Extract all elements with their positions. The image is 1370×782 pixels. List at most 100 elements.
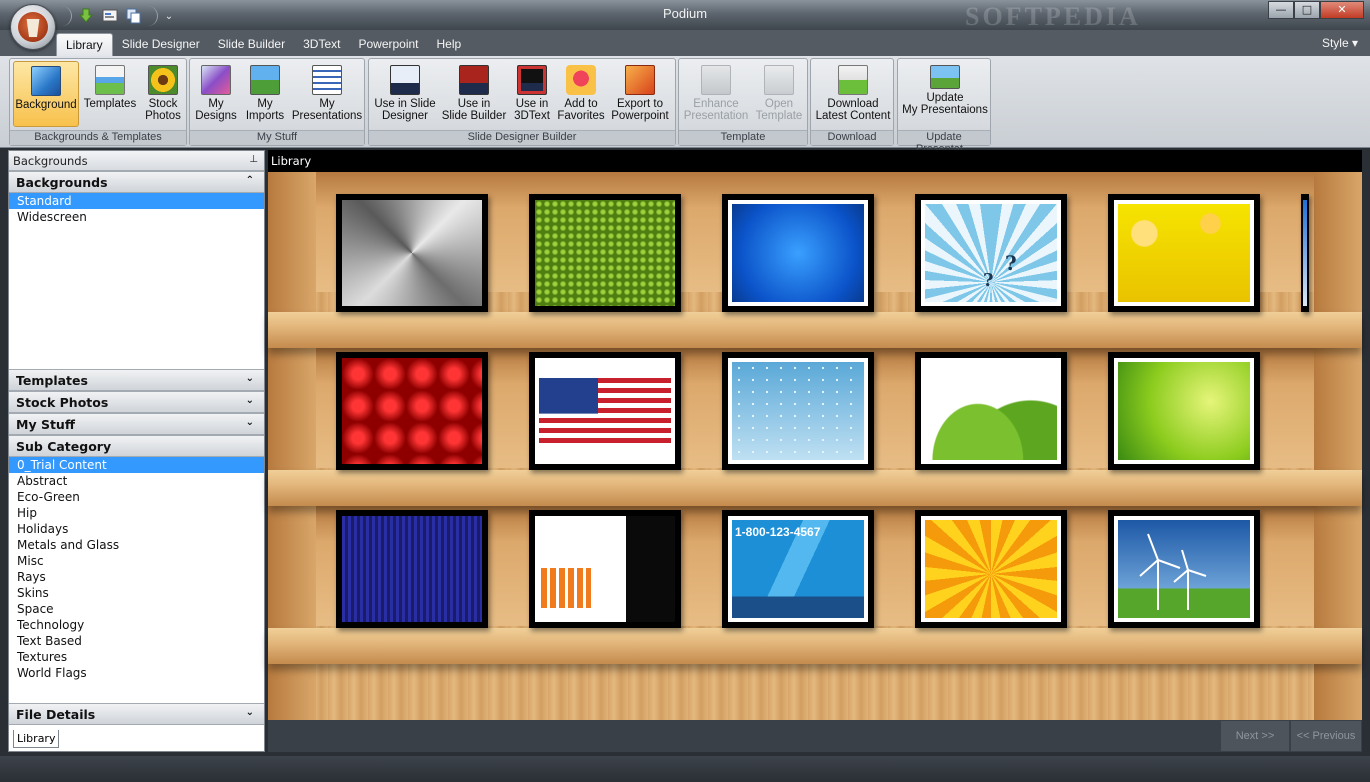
list-item[interactable]: Rays	[9, 569, 264, 585]
thumbnail-green-stars[interactable]	[1108, 352, 1260, 470]
list-item[interactable]: Textures	[9, 649, 264, 665]
thumbnail-brushed-metal[interactable]	[336, 194, 488, 312]
my-imports-button[interactable]: My Imports	[242, 61, 288, 127]
maximize-button[interactable]: □	[1294, 1, 1320, 19]
stock-photos-section-header[interactable]: Stock Photos ⌄	[9, 391, 264, 413]
style-menu[interactable]: Style ▾	[1322, 36, 1358, 50]
tab-3dtext[interactable]: 3DText	[294, 33, 349, 56]
thumbnail-green-hexagons[interactable]	[529, 194, 681, 312]
question-mark-icon: ? ?	[983, 251, 1017, 291]
ad-phone-number: 1-800-123-4567	[735, 525, 821, 539]
thumbnail-image	[1114, 516, 1254, 622]
chevron-down-icon[interactable]: ⌄	[246, 417, 254, 428]
app-menu-button[interactable]	[10, 4, 56, 50]
chevron-down-icon[interactable]: ⌄	[246, 373, 254, 384]
use-in-slide-designer-button[interactable]: Use in Slide Designer	[371, 61, 439, 127]
tab-slide-builder[interactable]: Slide Builder	[209, 33, 294, 56]
window-title: Podium	[662, 6, 708, 21]
tab-library-panel[interactable]: Library	[13, 730, 60, 748]
list-item-widescreen[interactable]: Widescreen	[9, 209, 264, 225]
list-item[interactable]: Space	[9, 601, 264, 617]
my-designs-button[interactable]: My Designs	[192, 61, 240, 127]
previous-button[interactable]: << Previous	[1291, 721, 1361, 751]
list-item[interactable]: Holidays	[9, 521, 264, 537]
group-label: My Stuff	[190, 130, 364, 145]
list-item[interactable]: Text Based	[9, 633, 264, 649]
export-to-powerpoint-button[interactable]: Export to Powerpoint	[607, 61, 673, 127]
thumbnail-red-quilted[interactable]	[336, 352, 488, 470]
my-stuff-section-header[interactable]: My Stuff ⌄	[9, 413, 264, 435]
window-controls: — □ ✕	[1268, 1, 1364, 19]
list-item[interactable]: Eco-Green	[9, 489, 264, 505]
library-panel: Library ? ? 1-800-123-4567 Next >> << Pr…	[268, 150, 1362, 752]
my-presentations-icon	[312, 65, 342, 95]
close-button[interactable]: ✕	[1320, 1, 1364, 19]
update-presentations-icon	[930, 65, 960, 89]
thumbnail-abstract-tech[interactable]	[529, 510, 681, 628]
chevron-down-icon[interactable]: ⌄	[246, 707, 254, 718]
tab-help[interactable]: Help	[428, 33, 471, 56]
thumbnail-blue-bubbles[interactable]	[722, 194, 874, 312]
backgrounds-section-header[interactable]: Backgrounds ⌃	[9, 171, 264, 193]
left-panel-title: Backgrounds	[13, 154, 88, 168]
list-item[interactable]: Abstract	[9, 473, 264, 489]
chevron-down-icon[interactable]: ⌄	[246, 395, 254, 406]
thumbnail-yellow-bokeh[interactable]	[1108, 194, 1260, 312]
stock-photos-button[interactable]: Stock Photos	[140, 61, 186, 127]
thumbnail-american-flag[interactable]	[529, 352, 681, 470]
list-item-standard[interactable]: Standard	[9, 193, 264, 209]
list-item[interactable]: 0_Trial Content	[9, 457, 264, 473]
bookshelf: ? ? 1-800-123-4567	[268, 172, 1362, 720]
pin-icon[interactable]: ⊥	[249, 154, 258, 165]
background-button[interactable]: Background	[13, 61, 79, 127]
tab-library[interactable]: Library	[56, 33, 113, 56]
tab-powerpoint[interactable]: Powerpoint	[349, 33, 427, 56]
next-button[interactable]: Next >>	[1221, 721, 1289, 751]
group-update-presentations: Update My Presentaions Update Presentat.…	[897, 58, 991, 155]
thumbnail-water-droplets[interactable]	[722, 352, 874, 470]
thumbnail-image	[921, 358, 1061, 464]
list-item[interactable]: World Flags	[9, 665, 264, 681]
use-in-slide-builder-button[interactable]: Use in Slide Builder	[441, 61, 507, 127]
tab-slide-designer[interactable]: Slide Designer	[113, 33, 209, 56]
open-template-button[interactable]: Open Template	[753, 61, 805, 127]
file-details-header[interactable]: File Details ⌄	[9, 703, 264, 725]
my-presentations-button[interactable]: My Presentations	[290, 61, 364, 127]
thumbnail-image	[342, 516, 482, 622]
thumbnail-yellow-sunburst[interactable]	[915, 510, 1067, 628]
left-panel: Backgrounds ⊥ Backgrounds ⌃ Standard Wid…	[8, 150, 265, 752]
thumbnail-green-energy[interactable]	[1108, 510, 1260, 628]
sub-category-header: Sub Category	[9, 435, 264, 457]
enhance-presentation-button[interactable]: Enhance Presentation	[681, 61, 751, 127]
thumbnail-phone-number[interactable]: 1-800-123-4567	[722, 510, 874, 628]
add-to-favorites-button[interactable]: Add to Favorites	[557, 61, 605, 127]
thumbnail-partial[interactable]	[1301, 194, 1309, 312]
list-item[interactable]: Hip	[9, 505, 264, 521]
download-icon	[838, 65, 868, 95]
templates-section-header[interactable]: Templates ⌄	[9, 369, 264, 391]
thumbnail-image	[728, 358, 868, 464]
minimize-button[interactable]: —	[1268, 1, 1294, 19]
svg-text:?: ?	[983, 270, 994, 291]
thumbnail-green-hills-flowers[interactable]	[915, 352, 1067, 470]
thumbnail-blue-rays-question[interactable]: ? ?	[915, 194, 1067, 312]
open-template-icon	[764, 65, 794, 95]
chevron-up-icon[interactable]: ⌃	[246, 175, 254, 186]
thumbnail-image	[921, 516, 1061, 622]
3dtext-icon	[517, 65, 547, 95]
group-label: Download	[811, 130, 893, 145]
use-in-3dtext-button[interactable]: Use in 3DText	[509, 61, 555, 127]
thumbnail-image	[342, 358, 482, 464]
download-latest-content-button[interactable]: Download Latest Content	[814, 61, 892, 127]
list-item[interactable]: Misc	[9, 553, 264, 569]
thumbnail-blue-sound-waves[interactable]	[336, 510, 488, 628]
templates-button[interactable]: Templates	[82, 61, 138, 127]
enhance-icon	[701, 65, 731, 95]
sub-category-list: 0_Trial Content Abstract Eco-Green Hip H…	[9, 457, 264, 701]
update-my-presentations-button[interactable]: Update My Presentaions	[901, 61, 989, 127]
shelf-plank	[268, 470, 1362, 506]
list-item[interactable]: Metals and Glass	[9, 537, 264, 553]
thumbnail-image	[535, 516, 675, 622]
list-item[interactable]: Technology	[9, 617, 264, 633]
list-item[interactable]: Skins	[9, 585, 264, 601]
